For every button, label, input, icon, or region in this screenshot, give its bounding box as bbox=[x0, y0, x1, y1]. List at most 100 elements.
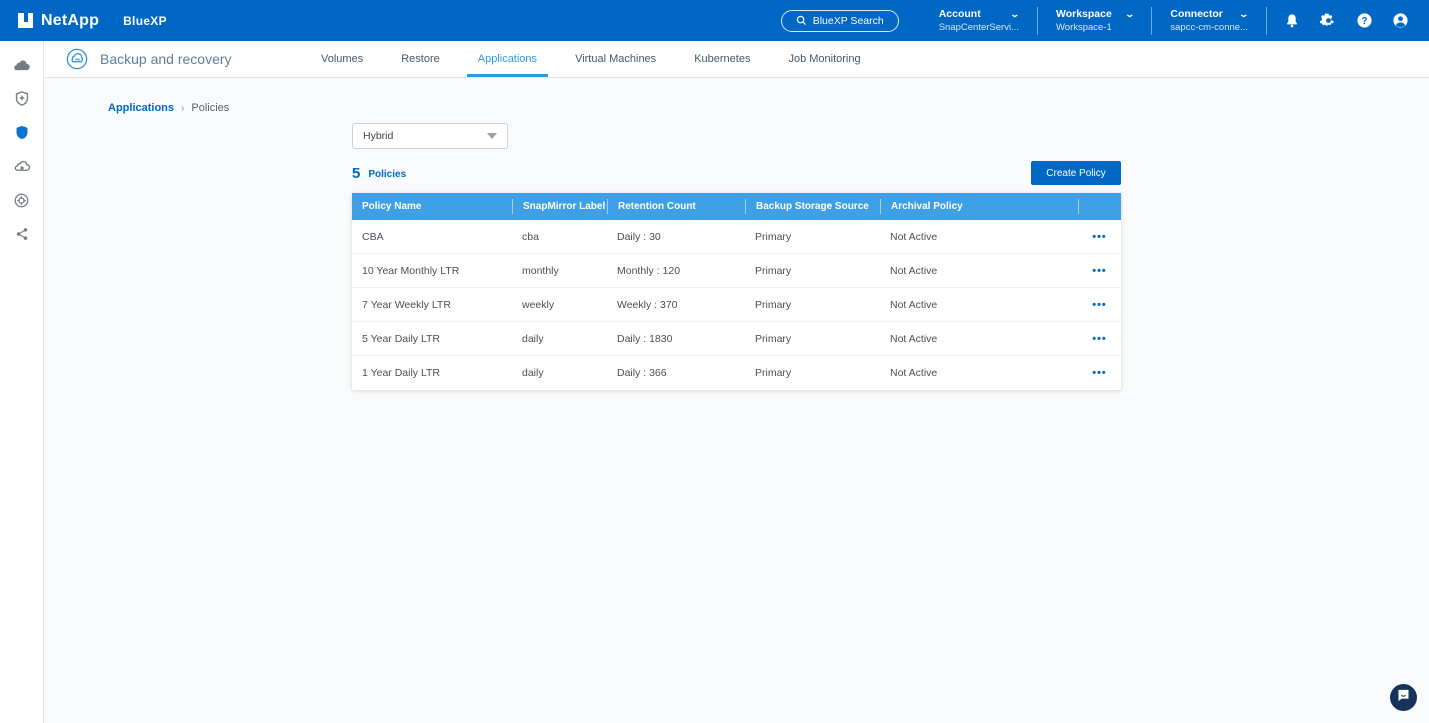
cloud-sync-icon bbox=[14, 159, 30, 173]
cell-backup-storage-source: Primary bbox=[745, 265, 880, 277]
cell-archival-policy: Not Active bbox=[880, 333, 1078, 345]
cell-backup-storage-source: Primary bbox=[745, 231, 880, 243]
sidebar-item-extend[interactable] bbox=[6, 187, 38, 213]
tab-job-monitoring[interactable]: Job Monitoring bbox=[769, 41, 879, 77]
cell-policy-name: 7 Year Weekly LTR bbox=[352, 299, 512, 311]
cell-backup-storage-source: Primary bbox=[745, 299, 880, 311]
row-ellipsis-menu-icon[interactable]: ••• bbox=[1092, 300, 1107, 310]
tab-applications[interactable]: Applications bbox=[459, 41, 556, 77]
table-row: 5 Year Daily LTRdailyDaily : 1830Primary… bbox=[352, 322, 1121, 356]
row-ellipsis-menu-icon[interactable]: ••• bbox=[1092, 334, 1107, 344]
workspace-menu-label: Workspace bbox=[1056, 8, 1112, 20]
sidebar-item-protection[interactable] bbox=[6, 119, 38, 145]
sidebar-item-storage[interactable] bbox=[6, 51, 38, 77]
netapp-brand[interactable]: NetApp bbox=[0, 12, 99, 30]
svg-text:?: ? bbox=[1361, 16, 1367, 27]
product-name: BlueXP bbox=[123, 14, 167, 28]
settings-gear-icon[interactable] bbox=[1315, 8, 1341, 34]
cell-backup-storage-source: Primary bbox=[745, 367, 880, 379]
table-row: 7 Year Weekly LTRweeklyWeekly : 370Prima… bbox=[352, 288, 1121, 322]
workspace-menu[interactable]: Workspace ⌄ Workspace-1 bbox=[1038, 7, 1152, 35]
search-label: BlueXP Search bbox=[813, 15, 884, 27]
connector-menu-value: sapcc-cm-conne... bbox=[1170, 22, 1248, 33]
tab-restore[interactable]: Restore bbox=[382, 41, 459, 77]
dropdown-caret-icon bbox=[487, 133, 497, 139]
column-header-backup-storage-source: Backup Storage Source bbox=[745, 199, 880, 214]
bluexp-search-button[interactable]: BlueXP Search bbox=[781, 10, 899, 32]
cell-snapmirror-label: monthly bbox=[512, 265, 607, 277]
row-ellipsis-menu-icon[interactable]: ••• bbox=[1092, 368, 1107, 378]
backup-recovery-icon bbox=[66, 48, 88, 70]
cell-retention-count: Daily : 30 bbox=[607, 231, 745, 243]
chevron-down-icon: ⌄ bbox=[1124, 9, 1135, 20]
brand-name: NetApp bbox=[41, 12, 99, 30]
cell-retention-count: Daily : 366 bbox=[607, 367, 745, 379]
policies-summary-bar: 5 Policies Create Policy bbox=[352, 160, 1121, 186]
account-menu-value: SnapCenterServi... bbox=[939, 22, 1019, 33]
table-body: CBAcbaDaily : 30PrimaryNot Active•••10 Y… bbox=[352, 220, 1121, 390]
tab-kubernetes[interactable]: Kubernetes bbox=[675, 41, 769, 77]
share-network-icon bbox=[15, 227, 29, 241]
top-navbar: NetApp BlueXP BlueXP Search Account ⌄ Sn… bbox=[0, 0, 1429, 41]
cloud-storage-icon bbox=[13, 58, 30, 71]
chevron-down-icon: ⌄ bbox=[1010, 9, 1021, 20]
cell-snapmirror-label: weekly bbox=[512, 299, 607, 311]
policies-count: 5 bbox=[352, 165, 360, 182]
column-header-policy-name: Policy Name bbox=[352, 199, 512, 214]
table-row: 1 Year Daily LTRdailyDaily : 366PrimaryN… bbox=[352, 356, 1121, 390]
bluexp-app: NetApp BlueXP BlueXP Search Account ⌄ Sn… bbox=[0, 0, 1429, 723]
cell-snapmirror-label: daily bbox=[512, 367, 607, 379]
tab-volumes[interactable]: Volumes bbox=[302, 41, 382, 77]
topnav-icons: ? bbox=[1267, 8, 1429, 34]
cell-retention-count: Monthly : 120 bbox=[607, 265, 745, 277]
column-header-retention-count: Retention Count bbox=[607, 199, 745, 214]
breadcrumb-current: Policies bbox=[191, 102, 229, 114]
tab-virtual-machines[interactable]: Virtual Machines bbox=[556, 41, 675, 77]
breadcrumb-chevron-icon: › bbox=[181, 103, 184, 114]
environment-filter-dropdown[interactable]: Hybrid bbox=[352, 123, 508, 149]
policies-table: Policy NameSnapMirror LabelRetention Cou… bbox=[352, 193, 1121, 390]
sidebar-item-health[interactable] bbox=[6, 85, 38, 111]
cell-policy-name: 10 Year Monthly LTR bbox=[352, 265, 512, 277]
cell-snapmirror-label: cba bbox=[512, 231, 607, 243]
policies-count-label: Policies bbox=[368, 166, 406, 180]
breadcrumb-applications-link[interactable]: Applications bbox=[108, 102, 174, 114]
cell-archival-policy: Not Active bbox=[880, 231, 1078, 243]
cell-archival-policy: Not Active bbox=[880, 265, 1078, 277]
netapp-logo-icon bbox=[18, 13, 33, 28]
shield-plus-icon bbox=[15, 91, 29, 106]
account-menu-label: Account bbox=[939, 8, 981, 20]
row-actions-menu: ••• bbox=[1078, 266, 1121, 276]
cell-retention-count: Daily : 1830 bbox=[607, 333, 745, 345]
service-tabs: VolumesRestoreApplicationsVirtual Machin… bbox=[302, 41, 880, 77]
environment-filter-value: Hybrid bbox=[363, 130, 393, 142]
service-title: Backup and recovery bbox=[100, 51, 232, 67]
chat-help-button[interactable] bbox=[1390, 684, 1417, 711]
user-profile-icon[interactable] bbox=[1387, 8, 1413, 34]
breadcrumb: Applications › Policies bbox=[108, 102, 229, 114]
cell-archival-policy: Not Active bbox=[880, 299, 1078, 311]
service-title-block: Backup and recovery bbox=[44, 48, 274, 70]
row-actions-menu: ••• bbox=[1078, 334, 1121, 344]
cell-snapmirror-label: daily bbox=[512, 333, 607, 345]
help-icon[interactable]: ? bbox=[1351, 8, 1377, 34]
row-ellipsis-menu-icon[interactable]: ••• bbox=[1092, 266, 1107, 276]
table-row: CBAcbaDaily : 30PrimaryNot Active••• bbox=[352, 220, 1121, 254]
chevron-down-icon: ⌄ bbox=[1239, 9, 1250, 20]
left-sidebar bbox=[0, 41, 44, 723]
cell-policy-name: 1 Year Daily LTR bbox=[352, 367, 512, 379]
cell-retention-count: Weekly : 370 bbox=[607, 299, 745, 311]
create-policy-button[interactable]: Create Policy bbox=[1031, 161, 1121, 185]
search-icon bbox=[796, 15, 807, 26]
table-row: 10 Year Monthly LTRmonthlyMonthly : 120P… bbox=[352, 254, 1121, 288]
connector-menu[interactable]: Connector ⌄ sapcc-cm-conne... bbox=[1152, 7, 1267, 35]
cell-backup-storage-source: Primary bbox=[745, 333, 880, 345]
row-actions-menu: ••• bbox=[1078, 300, 1121, 310]
account-menu[interactable]: Account ⌄ SnapCenterServi... bbox=[921, 7, 1038, 35]
sidebar-item-mobility[interactable] bbox=[6, 153, 38, 179]
column-header-actions bbox=[1078, 199, 1121, 214]
notifications-bell-icon[interactable] bbox=[1279, 8, 1305, 34]
sidebar-item-share[interactable] bbox=[6, 221, 38, 247]
row-ellipsis-menu-icon[interactable]: ••• bbox=[1092, 232, 1107, 242]
shield-protection-icon bbox=[15, 125, 29, 140]
